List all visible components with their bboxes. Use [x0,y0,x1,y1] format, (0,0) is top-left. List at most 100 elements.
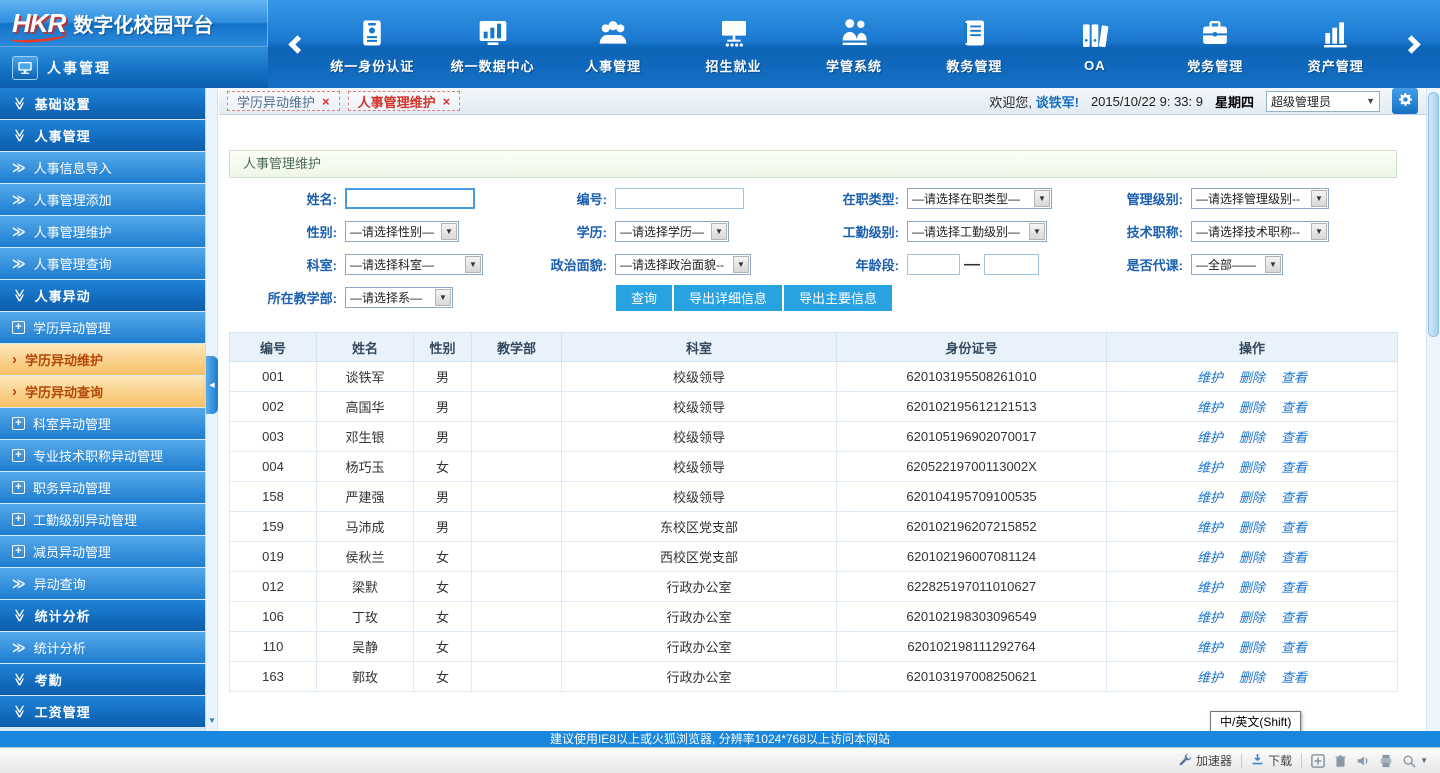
nav-item-identity[interactable]: 统一身份认证 [329,13,415,75]
view-link[interactable]: 查看 [1281,520,1307,535]
delete-link[interactable]: 删除 [1239,430,1265,445]
view-link[interactable]: 查看 [1281,550,1307,565]
role-select[interactable]: 超级管理员 ▼ [1266,91,1380,112]
ime-indicator[interactable]: 中/英文(Shift) [1210,711,1301,732]
sidebar-item-reduction-change-mgmt[interactable]: +减员异动管理 [0,536,205,567]
age-to-input[interactable] [984,254,1039,275]
export-main-button[interactable]: 导出主要信息 [784,285,892,311]
maintain-link[interactable]: 维护 [1197,640,1223,655]
query-button[interactable]: 查询 [616,285,672,311]
maintain-link[interactable]: 维护 [1197,490,1223,505]
mgmtlevel-select[interactable]: —请选择管理级别-- ▼ [1191,188,1329,209]
cell-name: 谈铁军 [317,362,414,392]
maintain-link[interactable]: 维护 [1197,430,1223,445]
code-input[interactable] [615,188,744,209]
delete-link[interactable]: 删除 [1239,640,1265,655]
delete-link[interactable]: 删除 [1239,400,1265,415]
name-input[interactable] [345,188,475,209]
sidebar-item-worker-level-change-mgmt[interactable]: +工勤级别异动管理 [0,504,205,535]
sidebar-item-hr-query[interactable]: ≫人事管理查询 [0,248,205,279]
settings-gear-button[interactable] [1392,88,1418,114]
sidebar-scroll-down-icon[interactable]: ▼ [206,716,218,729]
workerlevel-select[interactable]: —请选择工勤级别— ▼ [907,221,1047,242]
nav-scroll-right-icon[interactable] [1396,14,1426,74]
vertical-scrollbar[interactable] [1426,88,1440,731]
nav-item-hr[interactable]: 人事管理 [570,13,656,75]
nav-item-enrollment[interactable]: 招生就业 [691,13,777,75]
sidebar-item-stats-analysis[interactable]: ≫统计分析 [0,632,205,663]
add-favorite-icon[interactable] [1311,754,1325,768]
view-link[interactable]: 查看 [1281,460,1307,475]
view-link[interactable]: 查看 [1281,430,1307,445]
speaker-icon[interactable] [1356,754,1370,768]
nav-item-student[interactable]: 学管系统 [811,13,897,75]
maintain-link[interactable]: 维护 [1197,400,1223,415]
sidebar-item-base-settings[interactable]: ≫基础设置 [0,88,205,119]
delete-link[interactable]: 删除 [1239,670,1265,685]
nav-item-oa[interactable]: OA [1052,15,1138,73]
view-link[interactable]: 查看 [1281,610,1307,625]
nav-item-assets[interactable]: 资产管理 [1293,13,1379,75]
nav-item-data-center[interactable]: 统一数据中心 [450,13,536,75]
maintain-link[interactable]: 维护 [1197,580,1223,595]
sidebar-item-edu-change-maintain[interactable]: ›学历异动维护 [0,344,205,375]
delete-link[interactable]: 删除 [1239,460,1265,475]
sidebar-item-edu-change-mgmt[interactable]: +学历异动管理 [0,312,205,343]
sidebar-item-hr-add[interactable]: ≫人事管理添加 [0,184,205,215]
view-link[interactable]: 查看 [1281,370,1307,385]
gender-select[interactable]: —请选择性别— ▼ [345,221,459,242]
delete-link[interactable]: 删除 [1239,490,1265,505]
download-button[interactable]: 下载 [1251,752,1292,769]
nav-scroll-left-icon[interactable] [282,14,312,74]
tab-edu-change-maintain[interactable]: 学历异动维护 × [227,91,340,111]
delete-link[interactable]: 删除 [1239,610,1265,625]
view-link[interactable]: 查看 [1281,490,1307,505]
sidebar-item-salary[interactable]: ≫工资管理 [0,696,205,727]
nav-item-party[interactable]: 党务管理 [1172,13,1258,75]
maintain-link[interactable]: 维护 [1197,670,1223,685]
maintain-link[interactable]: 维护 [1197,370,1223,385]
printer-icon[interactable] [1379,754,1393,768]
zoom-button[interactable]: ▼ [1402,754,1428,768]
sidebar-item-office-change-mgmt[interactable]: +科室异动管理 [0,408,205,439]
age-from-input[interactable] [907,254,960,275]
delete-link[interactable]: 删除 [1239,370,1265,385]
delete-link[interactable]: 删除 [1239,550,1265,565]
delete-link[interactable]: 删除 [1239,520,1265,535]
nav-item-teaching[interactable]: 教务管理 [931,13,1017,75]
close-icon[interactable]: × [322,94,330,109]
delete-link[interactable]: 删除 [1239,580,1265,595]
maintain-link[interactable]: 维护 [1197,460,1223,475]
scrollbar-thumb[interactable] [1428,92,1439,337]
export-detail-button[interactable]: 导出详细信息 [674,285,782,311]
sidebar-item-hr-import[interactable]: ≫人事信息导入 [0,152,205,183]
political-select[interactable]: —请选择政治面貌-- ▼ [615,254,751,275]
sidebar-item-change-query[interactable]: ≫异动查询 [0,568,205,599]
office-select[interactable]: —请选择科室— ▼ [345,254,483,275]
education-select[interactable]: —请选择学历— ▼ [615,221,729,242]
sidebar-collapse-button[interactable]: ◀ [206,356,218,414]
view-link[interactable]: 查看 [1281,670,1307,685]
sidebar-item-attendance[interactable]: ≫考勤 [0,664,205,695]
substitute-select[interactable]: —全部—— ▼ [1191,254,1283,275]
maintain-link[interactable]: 维护 [1197,610,1223,625]
sidebar-item-hr-change[interactable]: ≫人事异动 [0,280,205,311]
maintain-link[interactable]: 维护 [1197,520,1223,535]
sidebar-item-edu-change-query[interactable]: ›学历异动查询 [0,376,205,407]
sidebar-item-stats-section[interactable]: ≫统计分析 [0,600,205,631]
maintain-link[interactable]: 维护 [1197,550,1223,565]
sidebar-item-hr-maintain[interactable]: ≫人事管理维护 [0,216,205,247]
jobtype-select[interactable]: —请选择在职类型— ▼ [907,188,1052,209]
tab-hr-maintain[interactable]: 人事管理维护 × [348,91,461,111]
close-icon[interactable]: × [443,94,451,109]
sidebar-item-position-change-mgmt[interactable]: +职务异动管理 [0,472,205,503]
view-link[interactable]: 查看 [1281,400,1307,415]
teachdept-select[interactable]: —请选择系— ▼ [345,287,453,308]
techtitle-select[interactable]: —请选择技术职称-- ▼ [1191,221,1329,242]
accelerator-button[interactable]: 加速器 [1179,752,1232,769]
trash-icon[interactable] [1334,754,1347,768]
sidebar-item-tech-title-change-mgmt[interactable]: +专业技术职称异动管理 [0,440,205,471]
view-link[interactable]: 查看 [1281,640,1307,655]
sidebar-item-hr-mgmt[interactable]: ≫人事管理 [0,120,205,151]
view-link[interactable]: 查看 [1281,580,1307,595]
